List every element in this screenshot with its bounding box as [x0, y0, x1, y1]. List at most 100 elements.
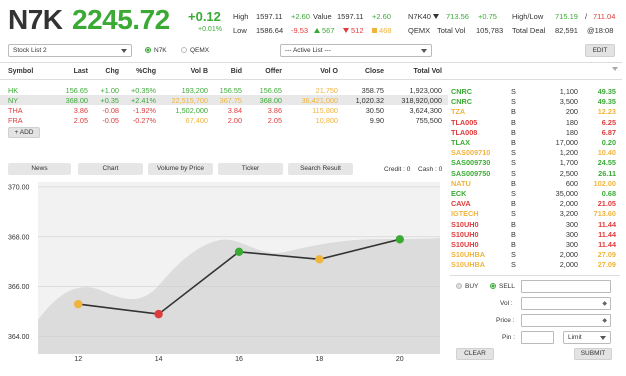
ticker-side: B: [511, 127, 516, 137]
ticker-row[interactable]: CNRC S 1,100 49.35: [448, 86, 620, 96]
index-select[interactable]: N7K40: [408, 12, 439, 21]
cell-chg: -0.05: [102, 116, 119, 125]
table-row[interactable]: HK 156.65 +1.00 +0.35% 193,200 156.55 15…: [0, 85, 448, 95]
ticker-price: 102.00: [593, 178, 616, 188]
ticker-symbol: SAS009710: [451, 148, 491, 158]
data-point[interactable]: [74, 299, 83, 309]
active-list-label: --- Active List ---: [285, 47, 331, 54]
pin-input[interactable]: [521, 331, 554, 344]
ticker-row[interactable]: S10UH0 B 300 11.44: [448, 219, 620, 229]
low-value: 1586.64: [256, 26, 284, 35]
cell-last: 156.65: [65, 86, 88, 95]
y-tick-label: 366.00: [8, 284, 30, 291]
high-low-sep: /: [585, 12, 588, 21]
cell-offer: 3.86: [267, 106, 282, 115]
declines-count: 512: [351, 26, 364, 35]
market-price: 2245.72: [72, 4, 170, 35]
chevron-down-icon: [421, 49, 427, 53]
active-list-select[interactable]: --- Active List ---: [280, 44, 432, 57]
ticker-row[interactable]: S10UH0 B 300 11.44: [448, 229, 620, 239]
collapse-icon[interactable]: [612, 67, 618, 71]
stock-list-label: Stock List 2: [13, 47, 47, 54]
ticker-row[interactable]: TZA B 200 12.23: [448, 106, 620, 116]
cell-symbol: FRA: [8, 116, 23, 125]
ticker-volume: 300: [565, 219, 578, 229]
ticker-row[interactable]: NATU B 600 102.00: [448, 178, 620, 188]
radio-buy[interactable]: BUY: [456, 283, 478, 290]
ticker-row[interactable]: TLA008 B 180 6.87: [448, 127, 620, 137]
cell-total: 755,500: [415, 116, 442, 125]
market-change-pct: +0.01%: [198, 26, 222, 33]
ticker-side: S: [511, 148, 516, 158]
credit-label: Credit :: [384, 166, 405, 173]
data-point[interactable]: [154, 309, 163, 319]
chevron-down-icon: [600, 336, 606, 340]
order-top-input[interactable]: [521, 280, 611, 293]
stock-list-select[interactable]: Stock List 2: [8, 44, 132, 57]
ticker-row[interactable]: CNRC S 3,500 49.35: [448, 96, 620, 106]
table-row-selected[interactable]: NY 368.00 +0.35 +2.41% 22,515,700 367.75…: [0, 95, 448, 105]
ticker-row[interactable]: S10UHBA S 2,000 27.09: [448, 259, 620, 269]
ticker-volume: 1,100: [559, 87, 578, 96]
ticker-volume: 2,000: [559, 199, 578, 209]
cell-volb: 1,502,000: [175, 106, 208, 115]
stepper-icon[interactable]: ◆: [602, 317, 607, 324]
radio-n7k[interactable]: N7K: [145, 47, 167, 54]
ticker-side: S: [511, 250, 516, 260]
radio-sell-label: SELL: [499, 283, 515, 290]
vol-label: Vol :: [500, 300, 513, 307]
ticker-price: 27.09: [597, 260, 616, 270]
clear-button[interactable]: CLEAR: [456, 348, 494, 360]
tab-ticker[interactable]: Ticker: [218, 163, 283, 175]
stepper-icon[interactable]: ◆: [602, 300, 607, 307]
ticker-side: S: [511, 209, 516, 219]
ticker-side: B: [511, 219, 516, 229]
ticker-price: 0.20: [601, 138, 616, 147]
ticker-price: 6.25: [601, 117, 616, 127]
cell-volb: 67,400: [185, 116, 208, 125]
ticker-row[interactable]: S10UHBA S 2,000 27.09: [448, 249, 620, 259]
ticker-price: 27.09: [597, 250, 616, 260]
table-row[interactable]: FRA 2.05 -0.05 -0.27% 67,400 2.00 2.05 1…: [0, 115, 448, 125]
ticker-volume: 3,200: [559, 209, 578, 219]
order-type-select[interactable]: Limit: [563, 331, 611, 344]
radio-n7k-label: N7K: [154, 47, 167, 54]
table-row[interactable]: THA 3.86 -0.08 -1.92% 1,502,000 3.84 3.8…: [0, 105, 448, 115]
radio-unchecked-icon: [456, 283, 462, 289]
cell-volo: 36,421,000: [301, 96, 338, 105]
radio-qemx[interactable]: QEMX: [181, 47, 209, 54]
ticker-row[interactable]: ECK S 35,000 0.68: [448, 188, 620, 198]
data-point[interactable]: [234, 247, 244, 256]
radio-sell[interactable]: SELL: [490, 283, 515, 290]
ticker-row[interactable]: SAS009730 S 1,700 24.55: [448, 157, 620, 167]
submit-button[interactable]: SUBMIT: [574, 348, 612, 360]
ticker-row[interactable]: SAS009710 S 1,200 10.40: [448, 147, 620, 157]
tab-search-result[interactable]: Search Result: [288, 163, 353, 175]
ticker-row[interactable]: IGTECH S 3,200 713.60: [448, 208, 620, 218]
tab-chart[interactable]: Chart: [78, 163, 143, 175]
price-chart[interactable]: 370.00 368.00 366.00 364.00 12 14 16 18 20: [0, 178, 444, 374]
add-symbol-button[interactable]: + ADD: [8, 127, 40, 138]
ticker-volume: 180: [565, 117, 578, 127]
ticker-row[interactable]: CAVA B 2,000 21.05: [448, 198, 620, 208]
ticker-side: B: [511, 138, 516, 147]
ticker-row[interactable]: S10UH0 B 300 11.44: [448, 239, 620, 249]
ticker-price: 11.44: [598, 229, 616, 239]
tab-news[interactable]: News: [8, 163, 71, 175]
vol-input[interactable]: ◆: [521, 297, 611, 310]
ticker-volume: 300: [565, 240, 578, 249]
ticker-row[interactable]: TLAX B 17,000 0.20: [448, 137, 620, 147]
price-input[interactable]: ◆: [521, 314, 611, 327]
cell-last: 2.05: [73, 116, 88, 125]
tab-volume-by-price[interactable]: Volume by Price: [148, 163, 213, 175]
cell-last: 368.00: [65, 96, 88, 105]
cell-chg: -0.08: [102, 106, 119, 115]
data-point[interactable]: [395, 235, 404, 244]
ticker-row[interactable]: SAS009750 S 2,500 26.11: [448, 168, 620, 178]
x-tick-label: 12: [74, 356, 82, 363]
edit-button[interactable]: EDIT: [585, 44, 615, 57]
ticker-row[interactable]: TLA005 B 180 6.25: [448, 117, 620, 127]
data-point[interactable]: [315, 255, 324, 264]
col-close: Close: [364, 68, 384, 75]
ticker-symbol: S10UHBA: [451, 250, 486, 260]
